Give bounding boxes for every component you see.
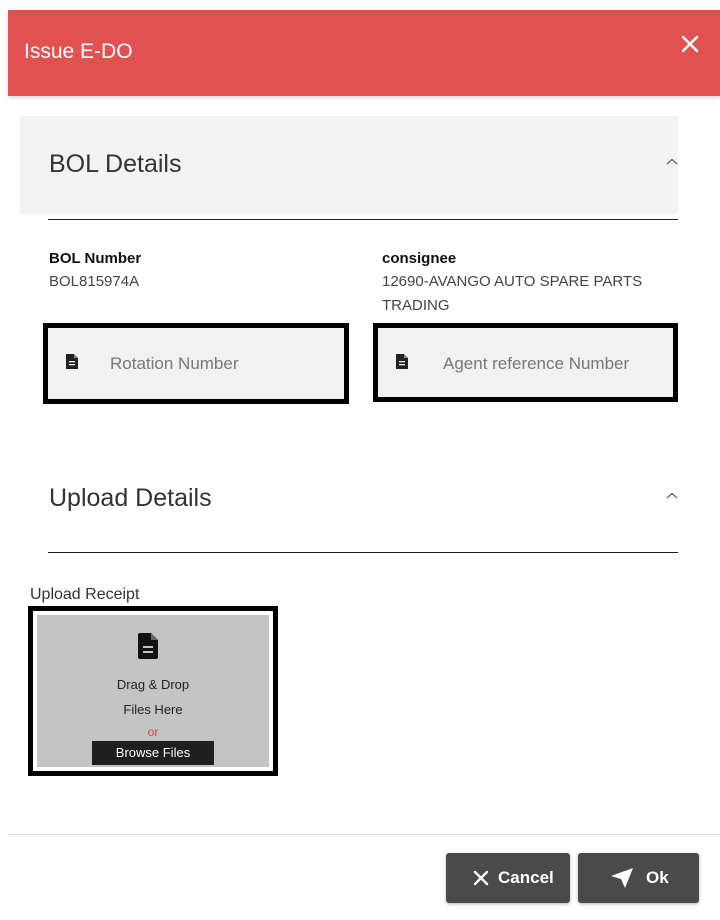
upload-details-title: Upload Details — [49, 484, 212, 512]
bol-number-label: BOL Number — [49, 250, 142, 267]
rotation-number-placeholder: Rotation Number — [110, 354, 239, 373]
dialog-header: Issue E-DO — [8, 10, 720, 96]
bol-number-value: BOL815974A — [49, 273, 140, 290]
close-icon — [473, 870, 489, 886]
consignee-value-line2: TRADING — [382, 297, 450, 314]
bol-details-title: BOL Details — [49, 150, 182, 178]
agent-reference-field[interactable]: Agent reference Number — [373, 323, 678, 402]
upload-details-header[interactable]: Upload Details — [20, 450, 678, 548]
drop-text-line1: Drag & Drop — [116, 677, 190, 692]
dialog-title: Issue E-DO — [24, 40, 133, 63]
consignee-value-line1: 12690-AVANGO AUTO SPARE PARTS — [382, 273, 643, 290]
cancel-button[interactable]: Cancel — [446, 853, 570, 903]
close-icon[interactable] — [678, 32, 702, 56]
upload-receipt-label: Upload Receipt — [30, 586, 140, 603]
upload-details-divider — [48, 552, 678, 553]
file-icon — [396, 354, 408, 369]
file-drop-area[interactable]: Drag & Drop Files Here or Browse Files — [37, 615, 269, 767]
consignee-label: consignee — [382, 250, 457, 267]
ok-label: Ok — [646, 868, 669, 887]
chevron-up-icon[interactable] — [664, 156, 680, 168]
or-text: or — [147, 725, 159, 739]
browse-files-button[interactable]: Browse Files — [92, 741, 214, 765]
rotation-number-field[interactable]: Rotation Number — [43, 323, 349, 404]
footer-divider — [8, 834, 720, 835]
file-icon — [138, 633, 158, 659]
send-icon — [611, 868, 633, 888]
cancel-label: Cancel — [498, 868, 554, 887]
bol-details-divider — [48, 219, 678, 220]
file-icon — [66, 354, 78, 369]
drop-text-line2: Files Here — [123, 702, 183, 717]
chevron-up-icon[interactable] — [664, 490, 680, 502]
file-drop-zone[interactable]: Drag & Drop Files Here or Browse Files — [28, 606, 278, 776]
agent-reference-placeholder: Agent reference Number — [443, 354, 630, 373]
ok-button[interactable]: Ok — [578, 853, 699, 903]
bol-details-header[interactable]: BOL Details — [20, 116, 678, 214]
